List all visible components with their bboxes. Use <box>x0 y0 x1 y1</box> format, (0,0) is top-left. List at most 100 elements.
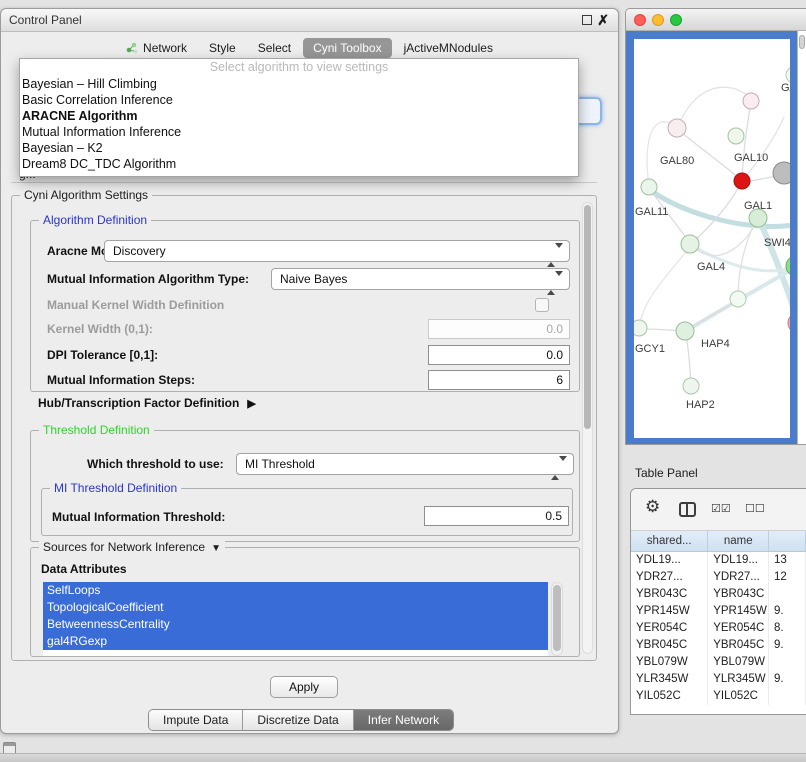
zoom-traffic-light-icon[interactable] <box>670 14 682 26</box>
hub-definition-section[interactable]: Hub/Transcription Factor Definition ▶ <box>38 396 256 410</box>
close-traffic-light-icon[interactable] <box>634 14 646 26</box>
hub-definition-label: Hub/Transcription Factor Definition <box>38 396 239 410</box>
table-row[interactable]: YER054CYER054C8. <box>631 620 806 637</box>
control-panel-title: Control Panel <box>9 13 82 27</box>
close-icon[interactable]: ✗ <box>597 12 609 29</box>
bottom-tab-impute-data[interactable]: Impute Data <box>149 710 243 730</box>
which-threshold-select[interactable]: MI Threshold <box>236 453 574 475</box>
tab-label: Cyni Toolbox <box>313 41 381 55</box>
network-node[interactable] <box>743 93 759 109</box>
data-attribute-item[interactable]: gal4RGexp <box>43 633 548 650</box>
network-node[interactable] <box>641 179 657 195</box>
network-node[interactable] <box>788 313 790 333</box>
which-threshold-value: MI Threshold <box>245 457 315 471</box>
algorithm-option[interactable]: Dream8 DC_TDC Algorithm <box>20 156 578 172</box>
table-cell: YPR145W <box>708 603 769 620</box>
dropdown-arrows-icon <box>551 458 567 478</box>
kernel-width-label: Kernel Width (0,1): <box>47 322 153 336</box>
dpi-tolerance-field[interactable]: 0.0 <box>428 345 570 365</box>
aracne-mode-select[interactable]: Discovery <box>104 240 570 262</box>
tab-style[interactable]: Style <box>199 38 246 58</box>
data-attribute-item[interactable]: BetweennessCentrality <box>43 616 548 633</box>
select-all-columns-icon[interactable]: ☑☑ <box>711 502 731 515</box>
tab-label: Select <box>258 41 291 55</box>
group-divider <box>11 182 597 183</box>
network-node[interactable] <box>734 173 750 189</box>
network-node-label: HAP2 <box>686 399 715 411</box>
dpi-tolerance-label: DPI Tolerance [0,1]: <box>47 348 158 362</box>
manual-kernel-checkbox[interactable] <box>535 298 549 312</box>
column-header[interactable]: name <box>708 531 769 551</box>
network-node[interactable] <box>728 128 744 144</box>
tab-cyni-toolbox[interactable]: Cyni Toolbox <box>303 38 391 58</box>
data-attribute-item[interactable]: SelfLoops <box>43 582 548 599</box>
network-node[interactable] <box>683 378 699 394</box>
network-node[interactable] <box>773 162 790 184</box>
network-node[interactable] <box>730 291 746 307</box>
table-cell: YLR345W <box>631 671 708 688</box>
table-row[interactable]: YBR043CYBR043C <box>631 586 806 603</box>
network-node[interactable] <box>786 67 790 83</box>
table-panel-window: ⚙ ☑☑ ☐☐ shared...name YDL19...YDL19...13… <box>630 488 806 715</box>
mi-type-select[interactable]: Naive Bayes <box>271 268 570 290</box>
table-cell: 9. <box>769 603 806 620</box>
tab-network[interactable]: Network <box>116 38 197 58</box>
mi-steps-label: Mutual Information Steps: <box>47 373 195 387</box>
network-node[interactable] <box>634 320 647 336</box>
minimize-traffic-light-icon[interactable] <box>652 14 664 26</box>
algorithm-option[interactable]: Bayesian – Hill Climbing <box>20 76 578 92</box>
sources-collapse-icon[interactable]: ▼ <box>211 543 221 554</box>
table-cell: YDR27... <box>708 569 769 586</box>
kernel-width-field[interactable]: 0.0 <box>428 319 570 339</box>
network-scrollbar-thumb[interactable] <box>799 35 805 49</box>
network-node-label: GAL <box>781 82 790 94</box>
algorithm-definition-group: Algorithm Definition Aracne Mode: Discov… <box>30 220 580 392</box>
manual-kernel-label: Manual Kernel Width Definition <box>47 298 224 312</box>
table-panel-title: Table Panel <box>635 466 698 480</box>
table-row[interactable]: YBL079WYBL079W <box>631 654 806 671</box>
data-attribute-item[interactable]: TopologicalCoefficient <box>43 599 548 616</box>
settings-scrollbar[interactable] <box>582 202 593 654</box>
mi-steps-field[interactable]: 6 <box>428 370 570 390</box>
table-row[interactable]: YLR345WYLR345W9. <box>631 671 806 688</box>
table-row[interactable]: YDL19...YDL19...13 <box>631 552 806 569</box>
algorithm-dropdown-prompt: Select algorithm to view settings <box>20 59 578 76</box>
bottom-tab-infer-network[interactable]: Infer Network <box>354 710 453 730</box>
deselect-all-columns-icon[interactable]: ☐☐ <box>745 502 765 515</box>
network-node[interactable] <box>676 322 694 340</box>
algorithm-option[interactable]: Bayesian – K2 <box>20 140 578 156</box>
apply-button[interactable]: Apply <box>270 676 338 698</box>
column-header[interactable] <box>769 531 806 551</box>
gear-icon[interactable]: ⚙ <box>645 497 660 517</box>
bottom-tab-discretize-data[interactable]: Discretize Data <box>243 710 353 730</box>
column-header[interactable]: shared... <box>631 531 708 551</box>
table-row[interactable]: YIL052CYIL052C <box>631 688 806 705</box>
sources-group-title[interactable]: Sources for Network Inference▼ <box>39 540 225 554</box>
table-row[interactable]: YBR045CYBR045C9. <box>631 637 806 654</box>
tab-jactivemnodules[interactable]: jActiveMNodules <box>394 38 503 58</box>
algorithm-option[interactable]: ARACNE Algorithm <box>20 108 578 124</box>
table-cell: 9. <box>769 671 806 688</box>
algorithm-option[interactable]: Basic Correlation Inference <box>20 92 578 108</box>
mi-threshold-label: Mutual Information Threshold: <box>52 510 225 524</box>
tab-select[interactable]: Select <box>248 38 301 58</box>
network-node[interactable] <box>681 235 699 253</box>
hub-expand-icon[interactable]: ▶ <box>247 398 255 410</box>
network-node-label: GAL11 <box>635 206 668 218</box>
mi-type-value: Naive Bayes <box>280 272 347 286</box>
table-row[interactable]: YDR27...YDR27...12 <box>631 569 806 586</box>
network-titlebar[interactable] <box>626 9 806 31</box>
mi-threshold-field[interactable]: 0.5 <box>424 506 569 526</box>
network-canvas-svg[interactable]: GAL80GAL10GALGAL11GAL1SWI4GAL4GCY1HAP4HA… <box>634 39 790 438</box>
data-attributes-scrollbar[interactable] <box>551 582 563 656</box>
float-window-icon[interactable] <box>582 15 592 25</box>
network-scrollbar-gutter[interactable] <box>797 31 806 444</box>
network-node[interactable] <box>668 119 686 137</box>
network-edge <box>738 221 756 297</box>
data-attributes-label: Data Attributes <box>41 562 127 576</box>
show-columns-icon[interactable] <box>679 502 696 517</box>
threshold-definition-group: Threshold Definition Which threshold to … <box>30 430 580 542</box>
algorithm-option[interactable]: Mutual Information Inference <box>20 124 578 140</box>
data-attributes-list[interactable]: SelfLoopsTopologicalCoefficientBetweenne… <box>43 582 548 656</box>
table-row[interactable]: YPR145WYPR145W9. <box>631 603 806 620</box>
